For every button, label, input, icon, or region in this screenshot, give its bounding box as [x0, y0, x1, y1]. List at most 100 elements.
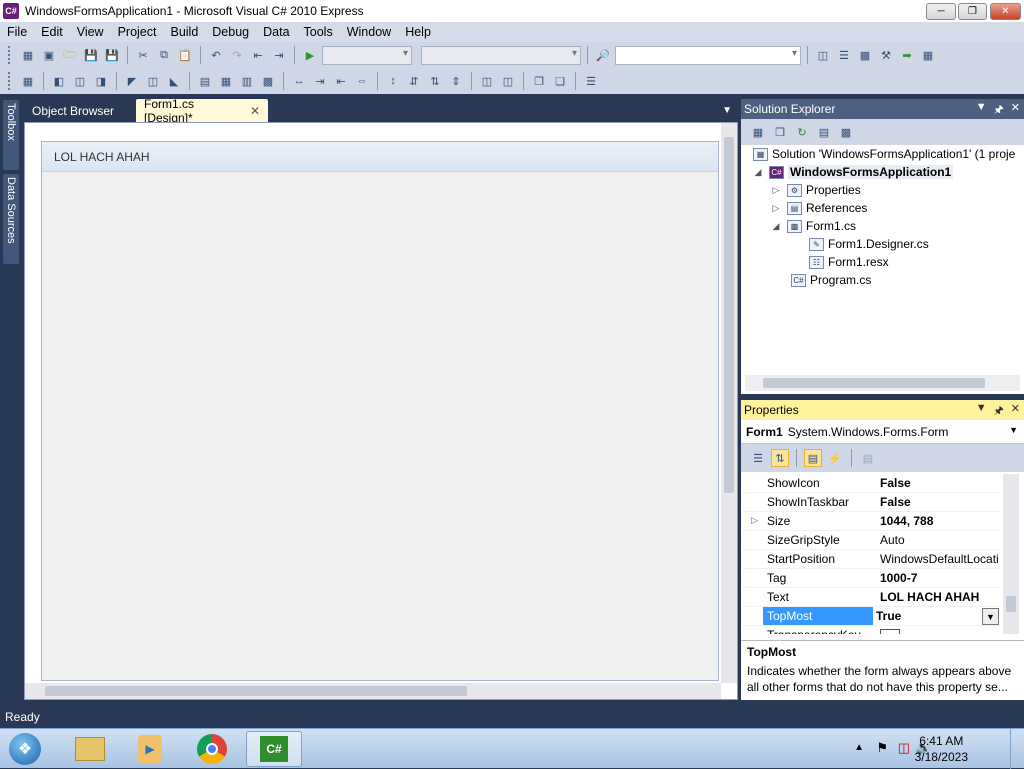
- close-icon[interactable]: ✕: [1011, 101, 1020, 120]
- align-middles-icon[interactable]: ◫: [144, 72, 162, 90]
- tree-designer-node[interactable]: ✎ Form1.Designer.cs: [809, 235, 929, 253]
- view-code-icon[interactable]: ▤: [815, 123, 833, 141]
- menu-debug[interactable]: Debug: [205, 22, 256, 42]
- toolbox-icon[interactable]: ⚒: [877, 46, 895, 64]
- start-debugging-icon[interactable]: ▶: [301, 46, 319, 64]
- pin-icon[interactable]: 🖈: [994, 402, 1004, 421]
- property-scroll-thumb[interactable]: [1006, 596, 1016, 612]
- horizontal-spacing-equal-icon[interactable]: ↔: [290, 72, 308, 90]
- save-all-icon[interactable]: 💾: [103, 46, 121, 64]
- menu-tools[interactable]: Tools: [297, 22, 340, 42]
- redo-icon[interactable]: ↷: [228, 46, 246, 64]
- property-row-text[interactable]: Text LOL HACH AHAH: [743, 588, 1001, 607]
- collapse-arrow-icon[interactable]: ◢: [771, 221, 781, 232]
- object-selector[interactable]: Form1 System.Windows.Forms.Form ▼: [741, 420, 1024, 444]
- menu-window[interactable]: Window: [340, 22, 398, 42]
- save-icon[interactable]: 💾: [82, 46, 100, 64]
- alphabetical-icon[interactable]: ⇅: [771, 449, 789, 467]
- categorized-icon[interactable]: ☰: [749, 449, 767, 467]
- view-designer-icon[interactable]: ▩: [837, 123, 855, 141]
- show-desktop-button[interactable]: [1010, 729, 1024, 769]
- make-same-size-icon[interactable]: ▩: [259, 72, 277, 90]
- property-row-tag[interactable]: Tag 1000-7: [743, 569, 1001, 588]
- tree-program-node[interactable]: C# Program.cs: [791, 271, 871, 289]
- designer-horizontal-scrollbar[interactable]: [25, 683, 721, 699]
- close-tab-icon[interactable]: ✕: [250, 104, 260, 118]
- close-icon[interactable]: ✕: [1011, 402, 1020, 421]
- close-button[interactable]: ✕: [990, 3, 1021, 20]
- solution-explorer-icon[interactable]: ◫: [814, 46, 832, 64]
- taskbar-chrome[interactable]: [184, 731, 240, 767]
- system-clock[interactable]: 6:41 AM 3/18/2023: [915, 733, 968, 765]
- vertical-spacing-decrease-icon[interactable]: ⇅: [426, 72, 444, 90]
- properties-icon[interactable]: ▦: [749, 123, 767, 141]
- tab-order-icon[interactable]: ☰: [582, 72, 600, 90]
- make-same-height-icon[interactable]: ▥: [238, 72, 256, 90]
- vertical-spacing-increase-icon[interactable]: ⇵: [405, 72, 423, 90]
- paste-icon[interactable]: 📋: [176, 46, 194, 64]
- navigate-back-icon[interactable]: ⇤: [249, 46, 267, 64]
- taskbar-explorer[interactable]: [62, 731, 118, 767]
- refresh-icon[interactable]: ↻: [793, 123, 811, 141]
- solution-scroll-thumb[interactable]: [763, 378, 985, 388]
- value-dropdown-button[interactable]: ▼: [982, 608, 999, 625]
- property-grid-scrollbar[interactable]: [1003, 474, 1019, 634]
- align-centers-icon[interactable]: ◫: [71, 72, 89, 90]
- start-page-icon[interactable]: ➡: [898, 46, 916, 64]
- toolbox-tab[interactable]: Toolbox: [3, 100, 19, 170]
- chevron-down-icon[interactable]: ▼: [1009, 425, 1018, 435]
- horizontal-spacing-remove-icon[interactable]: ⇔: [353, 72, 371, 90]
- properties-window-icon[interactable]: ☰: [835, 46, 853, 64]
- menu-data[interactable]: Data: [256, 22, 296, 42]
- add-item-icon[interactable]: ▣: [40, 46, 58, 64]
- vertical-scroll-thumb[interactable]: [724, 137, 734, 493]
- tab-list-dropdown-icon[interactable]: ▼: [722, 105, 732, 116]
- tree-project-node[interactable]: ◢ C# WindowsFormsApplication1: [753, 163, 954, 181]
- make-same-width-icon[interactable]: ▤: [196, 72, 214, 90]
- property-row-topmost[interactable]: TopMost True ▼: [743, 607, 1001, 626]
- center-vertically-icon[interactable]: ◫: [499, 72, 517, 90]
- menu-build[interactable]: Build: [163, 22, 205, 42]
- property-value[interactable]: WindowsDefaultLocati: [877, 550, 1001, 568]
- align-lefts-icon[interactable]: ◧: [50, 72, 68, 90]
- copy-icon[interactable]: ⧉: [155, 46, 173, 64]
- collapse-arrow-icon[interactable]: ◢: [753, 167, 763, 178]
- start-button[interactable]: ❖: [0, 731, 50, 767]
- expand-arrow-icon[interactable]: ▷: [771, 203, 781, 214]
- data-sources-tab[interactable]: Data Sources: [3, 174, 19, 264]
- solution-platform-combo[interactable]: [421, 45, 581, 65]
- toolbar-grip[interactable]: [8, 46, 12, 64]
- window-position-icon[interactable]: ▼: [976, 402, 987, 421]
- property-row-transparencykey[interactable]: TransparencyKey: [743, 626, 1001, 634]
- align-bottoms-icon[interactable]: ◣: [165, 72, 183, 90]
- align-tops-icon[interactable]: ◤: [123, 72, 141, 90]
- tree-form1-node[interactable]: ◢ ▩ Form1.cs: [771, 217, 856, 235]
- taskbar-visual-csharp[interactable]: C#: [246, 731, 302, 767]
- new-project-icon[interactable]: ▦: [19, 46, 37, 64]
- window-position-icon[interactable]: ▼: [976, 101, 987, 120]
- property-value[interactable]: 1044, 788: [877, 512, 1001, 530]
- tree-solution-node[interactable]: ▦ Solution 'WindowsFormsApplication1' (1…: [753, 145, 1015, 163]
- designer-vertical-scrollbar[interactable]: [721, 123, 737, 683]
- property-row-startposition[interactable]: StartPosition WindowsDefaultLocati: [743, 550, 1001, 569]
- tree-properties-node[interactable]: ▷ ⚙ Properties: [771, 181, 861, 199]
- undo-icon[interactable]: ↶: [207, 46, 225, 64]
- property-value[interactable]: 1000-7: [877, 569, 1001, 587]
- extension-manager-icon[interactable]: ▦: [919, 46, 937, 64]
- vertical-spacing-remove-icon[interactable]: ⇕: [447, 72, 465, 90]
- tree-references-node[interactable]: ▷ ▤ References: [771, 199, 868, 217]
- property-pages-icon[interactable]: ▤: [859, 449, 877, 467]
- horizontal-scroll-thumb[interactable]: [45, 686, 467, 696]
- property-value[interactable]: False: [877, 474, 1001, 492]
- pin-icon[interactable]: 🖈: [994, 101, 1004, 120]
- property-value[interactable]: False: [877, 493, 1001, 511]
- expand-arrow-icon[interactable]: ▷: [771, 185, 781, 196]
- object-browser-icon[interactable]: ▩: [856, 46, 874, 64]
- center-horizontally-icon[interactable]: ◫: [478, 72, 496, 90]
- size-to-grid-icon[interactable]: ▦: [217, 72, 235, 90]
- property-value[interactable]: Auto: [877, 531, 1001, 549]
- send-to-back-icon[interactable]: ❏: [551, 72, 569, 90]
- toolbar-grip[interactable]: [8, 72, 12, 90]
- events-lightning-icon[interactable]: ⚡: [826, 449, 844, 467]
- properties-view-icon[interactable]: ▤: [804, 449, 822, 467]
